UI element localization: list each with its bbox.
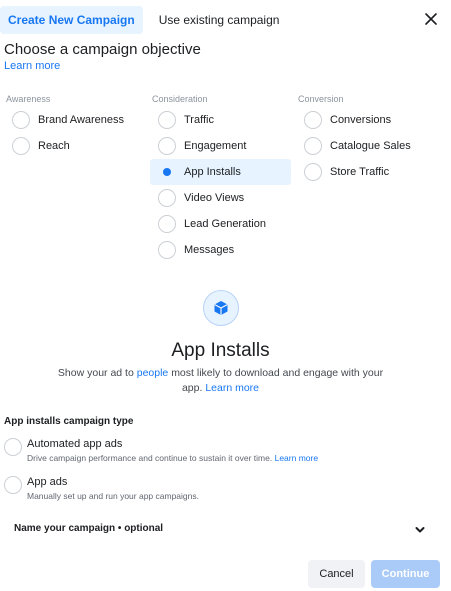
objective-desc-text: most likely to download and engage with … (171, 367, 384, 394)
radio-button[interactable] (12, 137, 30, 155)
tab-bar: Create New Campaign Use existing campaig… (0, 6, 287, 34)
objective-catalogue-sales[interactable]: Catalogue Sales (296, 133, 441, 159)
conversion-column: Conversion Conversions Catalogue Sales S… (296, 92, 441, 185)
campaign-type-desc-text: Drive campaign performance and continue … (27, 453, 273, 463)
cancel-button[interactable]: Cancel (308, 560, 365, 588)
objective-conversions[interactable]: Conversions (296, 107, 441, 133)
radio-button[interactable] (158, 189, 176, 207)
radio-button[interactable] (304, 137, 322, 155)
radio-button[interactable] (158, 111, 176, 129)
people-link[interactable]: people (137, 367, 169, 379)
continue-button[interactable]: Continue (371, 560, 440, 588)
objective-engagement[interactable]: Engagement (150, 133, 291, 159)
objective-store-traffic[interactable]: Store Traffic (296, 159, 441, 185)
objective-label: Brand Awareness (38, 114, 125, 126)
consideration-column: Consideration Traffic Engagement App Ins… (150, 92, 291, 263)
column-title-conversion: Conversion (298, 94, 344, 104)
radio-button-selected[interactable] (158, 163, 176, 181)
objective-video-views[interactable]: Video Views (150, 185, 291, 211)
campaign-type-app-ads[interactable]: App ads Manually set up and run your app… (4, 475, 199, 502)
objective-label: Conversions (330, 114, 392, 126)
objective-label: Engagement (184, 140, 247, 152)
objective-app-installs[interactable]: App Installs (150, 159, 291, 185)
objective-description: Show your ad to people most likely to do… (50, 366, 391, 396)
campaign-type-desc: Drive campaign performance and continue … (27, 452, 318, 464)
column-title-consideration: Consideration (152, 94, 208, 104)
learn-more-link[interactable]: Learn more (4, 60, 60, 72)
objective-learn-more-link[interactable]: Learn more (205, 382, 259, 394)
campaign-type-label: Automated app ads (27, 438, 123, 450)
automated-ads-learn-more-link[interactable]: Learn more (275, 453, 318, 463)
campaign-type-automated-app-ads[interactable]: Automated app ads Drive campaign perform… (4, 437, 318, 464)
cube-icon (203, 290, 239, 326)
objective-label: Traffic (184, 114, 214, 126)
radio-button[interactable] (158, 137, 176, 155)
radio-button[interactable] (12, 111, 30, 129)
radio-button[interactable] (158, 215, 176, 233)
objective-messages[interactable]: Messages (150, 237, 291, 263)
awareness-column: Awareness Brand Awareness Reach (4, 92, 144, 159)
objective-title: App Installs (171, 340, 270, 361)
objective-label: Catalogue Sales (330, 140, 411, 152)
radio-button[interactable] (4, 476, 22, 494)
objective-label: Lead Generation (184, 218, 266, 230)
close-icon[interactable] (422, 10, 440, 28)
column-title-awareness: Awareness (6, 94, 51, 104)
objective-traffic[interactable]: Traffic (150, 107, 291, 133)
campaign-type-title: App installs campaign type (4, 416, 134, 427)
radio-button[interactable] (304, 163, 322, 181)
objective-reach[interactable]: Reach (4, 133, 144, 159)
radio-button[interactable] (4, 438, 22, 456)
name-campaign-toggle[interactable]: Name your campaign • optional (14, 523, 163, 534)
tab-use-existing-campaign[interactable]: Use existing campaign (151, 6, 288, 34)
objective-label: Store Traffic (330, 166, 390, 178)
objective-brand-awareness[interactable]: Brand Awareness (4, 107, 144, 133)
campaign-type-desc: Manually set up and run your app campaig… (27, 491, 199, 501)
objective-label: Video Views (184, 192, 245, 204)
radio-button[interactable] (304, 111, 322, 129)
chevron-down-icon[interactable] (414, 524, 426, 536)
campaign-type-label: App ads (27, 476, 68, 488)
objective-lead-generation[interactable]: Lead Generation (150, 211, 291, 237)
page-title: Choose a campaign objective (4, 41, 201, 58)
objective-label: Messages (184, 244, 235, 256)
objective-desc-text: Show your ad to (57, 367, 134, 379)
objective-label: Reach (38, 140, 70, 152)
tab-create-new-campaign[interactable]: Create New Campaign (0, 6, 143, 34)
radio-button[interactable] (158, 241, 176, 259)
objective-label: App Installs (184, 166, 241, 178)
